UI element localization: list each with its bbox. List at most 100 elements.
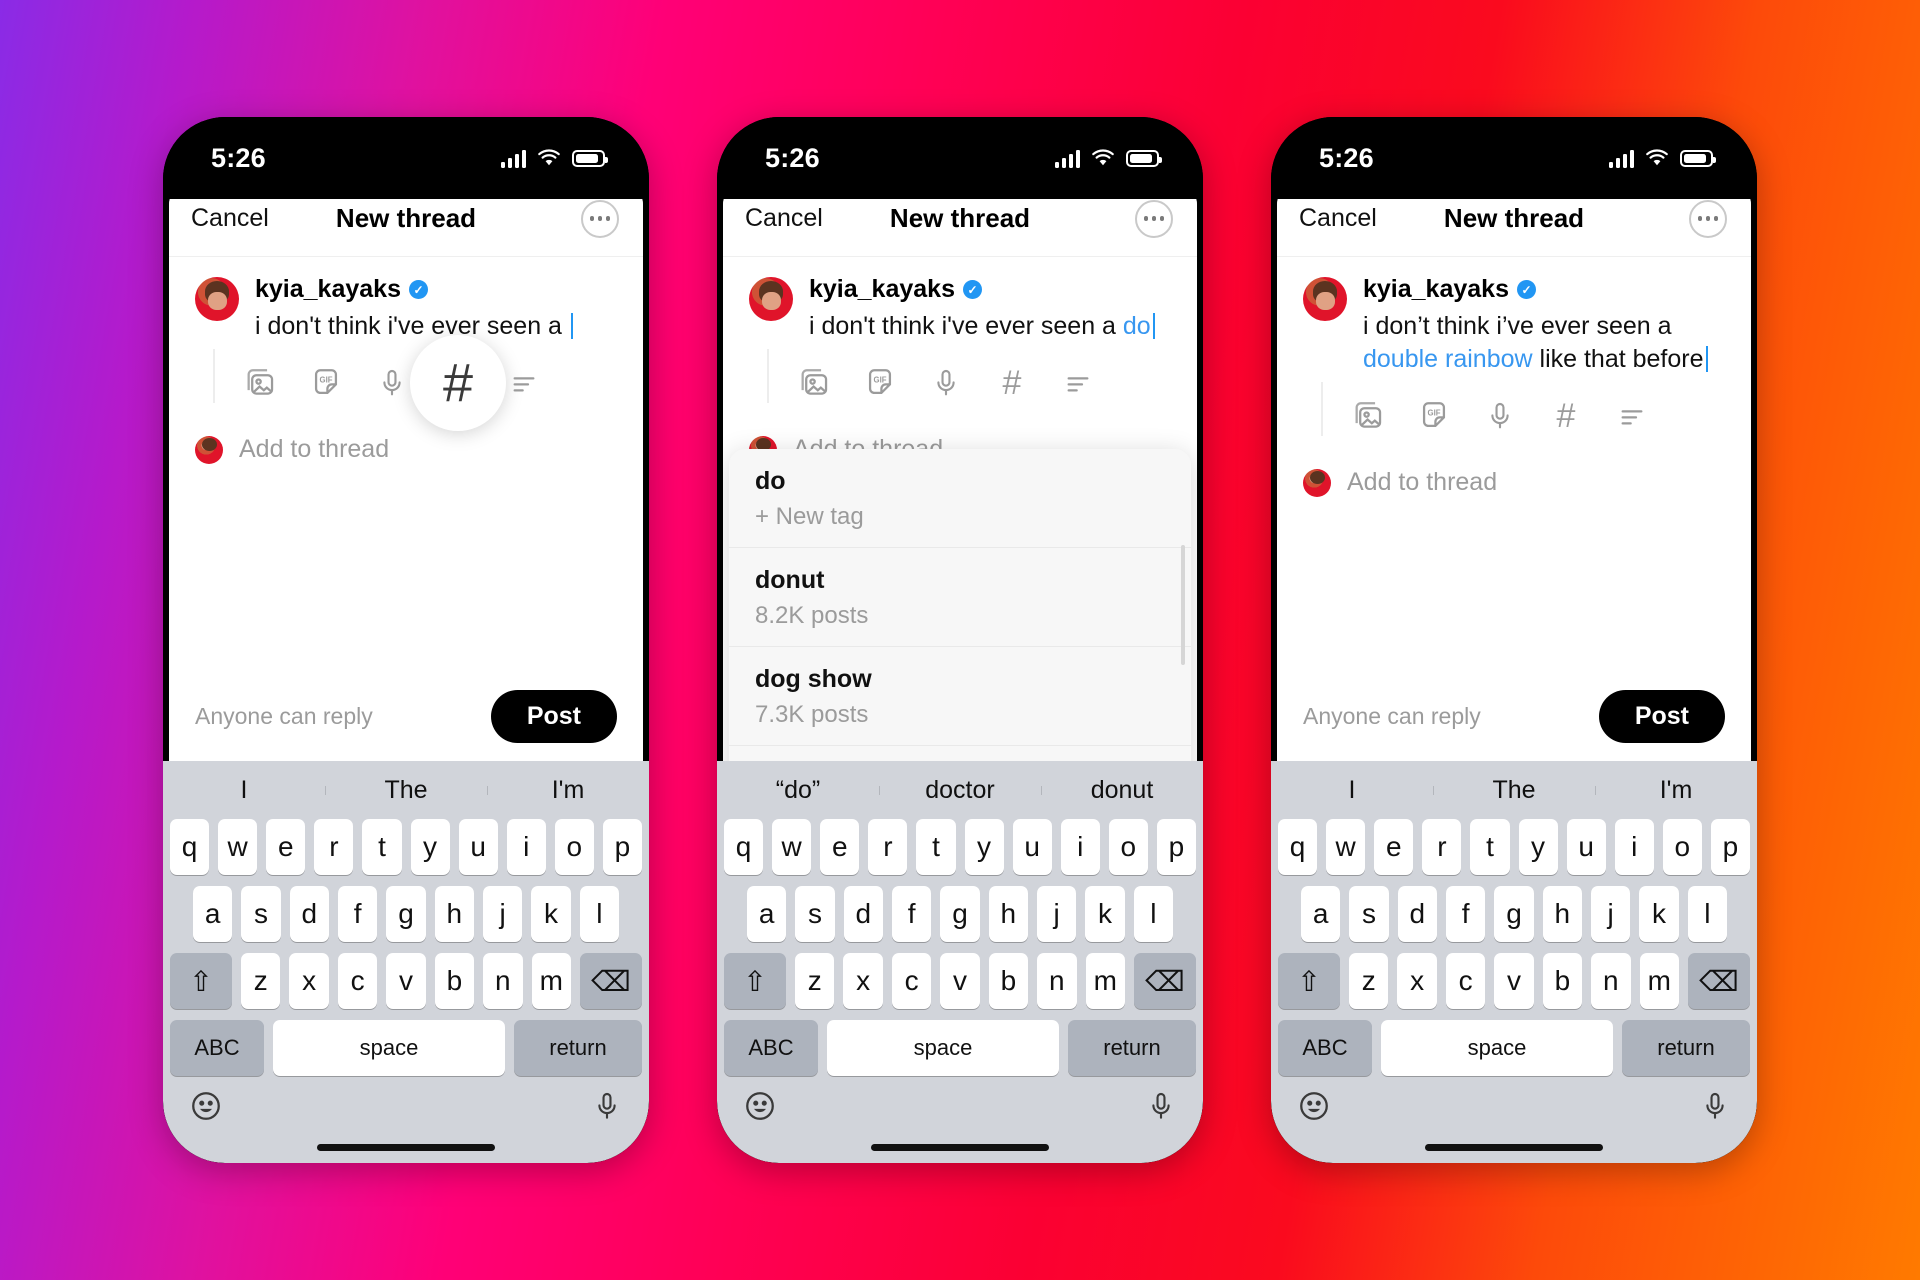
tag-suggestion-item[interactable]: double feature4.3K posts	[729, 746, 1191, 761]
key-c[interactable]: c	[337, 953, 378, 1009]
tag-suggestions-dropdown[interactable]: do + New tag donut 8.2K posts dog show 7.3K p…	[729, 449, 1191, 761]
key-t[interactable]: t	[916, 819, 956, 875]
cancel-button[interactable]: Cancel	[1299, 204, 1377, 233]
key-p[interactable]: p	[1156, 819, 1196, 875]
key-u[interactable]: u	[1566, 819, 1606, 875]
photo-icon-button[interactable]	[781, 357, 847, 409]
key-x[interactable]: x	[289, 953, 329, 1009]
more-options-button[interactable]	[1689, 199, 1727, 238]
reply-setting-button[interactable]: Anyone can reply	[195, 703, 373, 730]
key-o[interactable]: o	[554, 819, 594, 875]
key-h[interactable]: h	[434, 886, 474, 942]
key-n[interactable]: n	[1591, 953, 1631, 1009]
keyboard-suggestion-2[interactable]: I'm	[1595, 776, 1757, 805]
key-s[interactable]: s	[795, 886, 835, 942]
keyboard-suggestion-2[interactable]: I'm	[487, 776, 649, 805]
poll-icon-button[interactable]	[1599, 390, 1665, 442]
key-z[interactable]: z	[1349, 953, 1389, 1009]
key-r[interactable]: r	[1422, 819, 1462, 875]
key-f[interactable]: f	[1446, 886, 1486, 942]
key-k[interactable]: k	[531, 886, 571, 942]
more-options-button[interactable]	[1135, 199, 1173, 238]
key-z[interactable]: z	[241, 953, 281, 1009]
keyboard-suggestion-1[interactable]: The	[325, 776, 487, 805]
key-i[interactable]: i	[1060, 819, 1100, 875]
key-p[interactable]: p	[602, 819, 642, 875]
keyboard-suggestion-1[interactable]: doctor	[879, 776, 1041, 805]
key-a[interactable]: a	[193, 886, 233, 942]
key-f[interactable]: f	[892, 886, 932, 942]
abc-key[interactable]: ABC	[170, 1020, 264, 1076]
key-m[interactable]: m	[531, 953, 571, 1009]
key-v[interactable]: v	[940, 953, 980, 1009]
dropdown-scrollbar[interactable]	[1181, 545, 1185, 665]
add-to-thread-row[interactable]: Add to thread	[1277, 442, 1751, 497]
key-q[interactable]: q	[1278, 819, 1318, 875]
space-key[interactable]: space	[1381, 1020, 1613, 1076]
post-text-input[interactable]: i don't think i've ever seen a	[255, 310, 617, 343]
key-w[interactable]: w	[772, 819, 812, 875]
key-h[interactable]: h	[988, 886, 1028, 942]
key-e[interactable]: e	[1374, 819, 1414, 875]
shift-key[interactable]: ⇧	[170, 953, 233, 1009]
tag-suggestion-item[interactable]: dog show 7.3K posts	[729, 647, 1191, 746]
key-j[interactable]: j	[1590, 886, 1631, 942]
key-i[interactable]: i	[506, 819, 546, 875]
key-v[interactable]: v	[1494, 953, 1534, 1009]
key-s[interactable]: s	[241, 886, 281, 942]
post-text-input[interactable]: i don’t think i’ve ever seen a double ra…	[1363, 310, 1725, 376]
key-w[interactable]: w	[1326, 819, 1366, 875]
key-o[interactable]: o	[1662, 819, 1702, 875]
key-h[interactable]: h	[1542, 886, 1582, 942]
emoji-key[interactable]	[1297, 1089, 1331, 1128]
poll-icon-button[interactable]	[491, 357, 557, 409]
backspace-key[interactable]: ⌫	[1133, 953, 1196, 1009]
key-j[interactable]: j	[482, 886, 523, 942]
key-g[interactable]: g	[386, 886, 426, 942]
hashtag-icon-button[interactable]: #	[1533, 390, 1599, 442]
key-z[interactable]: z	[795, 953, 835, 1009]
keyboard-suggestion-1[interactable]: The	[1433, 776, 1595, 805]
key-g[interactable]: g	[1494, 886, 1534, 942]
dictation-key[interactable]	[1699, 1090, 1731, 1127]
key-l[interactable]: l	[579, 886, 619, 942]
tag-suggestion-item[interactable]: donut 8.2K posts	[729, 548, 1191, 647]
abc-key[interactable]: ABC	[1278, 1020, 1372, 1076]
key-n[interactable]: n	[1037, 953, 1077, 1009]
key-x[interactable]: x	[843, 953, 883, 1009]
more-options-button[interactable]	[581, 199, 619, 238]
space-key[interactable]: space	[827, 1020, 1059, 1076]
backspace-key[interactable]: ⌫	[1687, 953, 1750, 1009]
key-c[interactable]: c	[891, 953, 932, 1009]
space-key[interactable]: space	[273, 1020, 505, 1076]
keyboard-suggestion-0[interactable]: “do”	[717, 776, 879, 805]
key-d[interactable]: d	[843, 886, 883, 942]
key-m[interactable]: m	[1639, 953, 1679, 1009]
keyboard-suggestion-0[interactable]: I	[163, 776, 325, 805]
key-g[interactable]: g	[940, 886, 980, 942]
photo-icon-button[interactable]	[1335, 390, 1401, 442]
key-k[interactable]: k	[1639, 886, 1679, 942]
cancel-button[interactable]: Cancel	[191, 204, 269, 233]
key-d[interactable]: d	[1397, 886, 1437, 942]
key-d[interactable]: d	[289, 886, 329, 942]
emoji-key[interactable]	[743, 1089, 777, 1128]
gif-icon-button[interactable]: GIF	[293, 357, 359, 409]
key-a[interactable]: a	[1301, 886, 1341, 942]
key-q[interactable]: q	[170, 819, 210, 875]
key-y[interactable]: y	[410, 819, 450, 875]
key-y[interactable]: y	[1518, 819, 1558, 875]
key-k[interactable]: k	[1085, 886, 1125, 942]
key-o[interactable]: o	[1108, 819, 1148, 875]
key-e[interactable]: e	[820, 819, 860, 875]
gif-icon-button[interactable]: GIF	[847, 357, 913, 409]
key-r[interactable]: r	[314, 819, 354, 875]
key-y[interactable]: y	[964, 819, 1004, 875]
key-b[interactable]: b	[1542, 953, 1583, 1009]
hashtag-icon-button[interactable]: #	[410, 335, 506, 431]
return-key[interactable]: return	[514, 1020, 642, 1076]
add-to-thread-row[interactable]: Add to thread	[169, 409, 643, 464]
key-l[interactable]: l	[1687, 886, 1727, 942]
key-v[interactable]: v	[386, 953, 426, 1009]
return-key[interactable]: return	[1622, 1020, 1750, 1076]
